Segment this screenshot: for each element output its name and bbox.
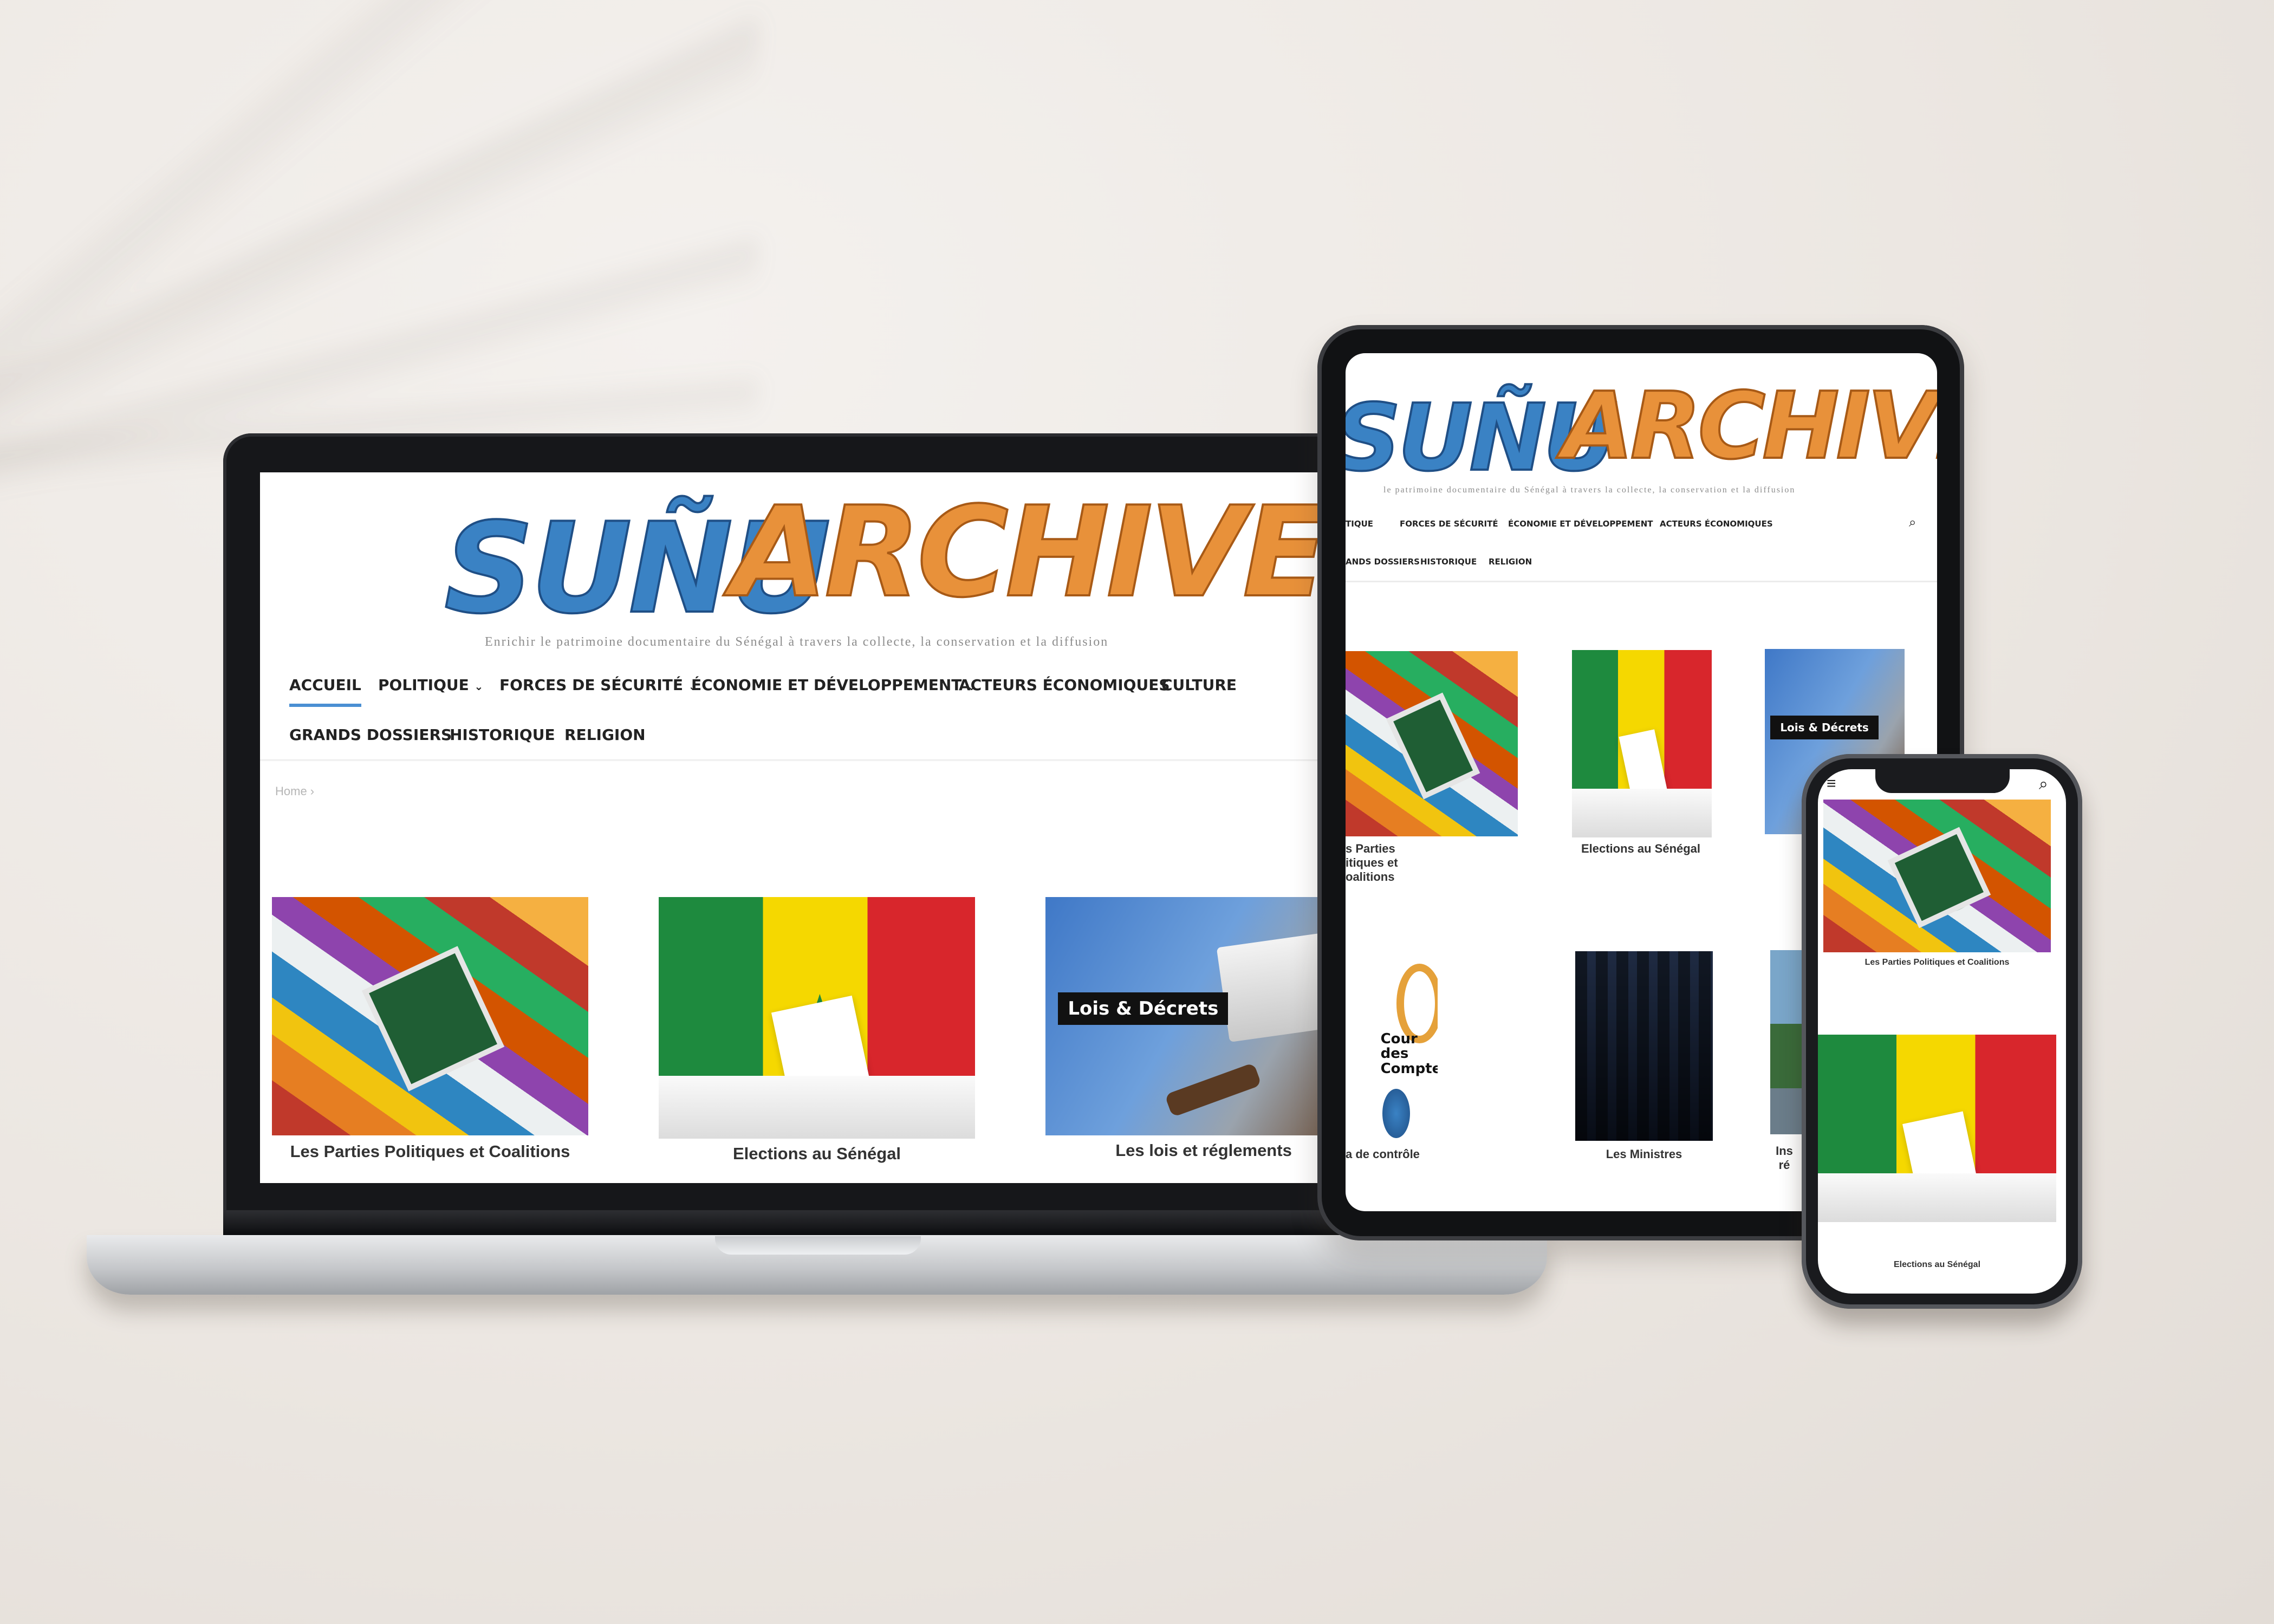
phone-screen: ≡ ⌕ Les Parties Politiques et Coalitions… [1818,769,2066,1294]
nav-religion[interactable]: RELIGION [564,726,646,744]
nav-economie[interactable]: ÉCONOMIE ET DÉVELOPPEMENT ⌄ [691,676,976,694]
globe-icon [1382,1089,1410,1138]
nav-grands-dossiers[interactable]: GRANDS DOSSIERS [289,726,452,744]
tablet-card-image-ministres[interactable] [1575,951,1713,1141]
nav-politique[interactable]: POLITIQUE ⌄ [378,676,483,694]
cour-label-line1: Cour [1380,1031,1418,1047]
ballot-box [1572,789,1712,837]
card-title-parties[interactable]: Les Parties Politiques et Coalitions [272,1142,588,1161]
nav-forces-label: FORCES DE SÉCURITÉ [499,676,683,694]
tablet-tagline: le patrimoine documentaire du Sénégal à … [1383,485,1796,495]
cour-label: Courdes Comptes [1380,1031,1438,1077]
tablet-nav-forces[interactable]: FORCES DE SÉCURITÉ [1400,519,1498,529]
nav-historique[interactable]: HISTORIQUE [450,726,555,744]
card-image-lois[interactable]: Lois & Décrets [1045,897,1362,1135]
gavel-icon [1164,1062,1262,1118]
tablet-nav-grands-dossiers[interactable]: ANDS DOSSIERS [1346,557,1420,567]
nav-economie-label: ÉCONOMIE ET DÉVELOPPEMENT [691,676,962,694]
breadcrumb-home[interactable]: Home [275,784,307,798]
tablet-card-title-controle[interactable]: a de contrôle [1346,1147,1438,1161]
tablet-nav-politique[interactable]: TIQUE [1346,519,1373,529]
phone-card-title-parties[interactable]: Les Parties Politiques et Coalitions [1823,958,2051,967]
lois-badge: Lois & Décrets [1058,992,1229,1025]
card-image-elections[interactable]: ★ [659,897,975,1139]
tablet-card-title-line: itiques et [1346,856,1398,869]
ballot-box [1818,1173,2056,1222]
breadcrumb[interactable]: Home › [275,784,314,798]
nav-divider [260,759,1392,762]
logo-word-archives: ARCHIVES [730,480,1392,625]
nav-acteurs[interactable]: ACTEURS ÉCONOMIQUES [959,676,1170,694]
card-title-elections[interactable]: Elections au Sénégal [659,1144,975,1164]
tablet-nav-acteurs[interactable]: ACTEURS ÉCONOMIQUES [1660,519,1773,529]
nav-culture[interactable]: CULTURE [1161,676,1237,694]
nav-politique-label: POLITIQUE [378,676,469,694]
phone-card-title-elections[interactable]: Elections au Sénégal [1818,1260,2056,1270]
laptop-trackpad-notch [715,1236,921,1255]
hamburger-menu-icon[interactable]: ≡ [1827,775,1836,793]
ballot-box [659,1076,975,1139]
site-tagline: Enrichir le patrimoine documentaire du S… [485,635,1109,649]
chevron-down-icon: ⌄ [474,680,484,693]
site-logo[interactable]: SUÑU ARCHIVES [443,485,1392,642]
tablet-nav-economie[interactable]: ÉCONOMIE ET DÉVELOPPEMENT [1508,519,1653,529]
nav-accueil[interactable]: ACCUEIL [289,676,361,707]
tablet-nav-divider [1346,581,1937,582]
search-icon[interactable]: ⌕ [1909,515,1916,530]
card-image-parties[interactable] [272,897,588,1135]
tablet-nav-historique[interactable]: HISTORIQUE [1420,557,1477,567]
tablet-card-image-cour[interactable]: Courdes Comptes [1346,952,1438,1142]
tablet-card-title-parties[interactable]: s Parties itiques et oalitions [1346,842,1416,884]
tablet-card-image-elections[interactable] [1572,650,1712,837]
tablet-nav-religion[interactable]: RELIGION [1489,557,1532,567]
laptop-screen: SUÑU ARCHIVES Enrichir le patrimoine doc… [260,472,1392,1183]
search-icon[interactable]: ⌕ [2039,775,2048,794]
tablet-card-image-parties[interactable] [1346,651,1518,836]
lois-badge: Lois & Décrets [1770,716,1879,740]
logo-word-archives: ARCHIVES [1561,373,1937,480]
tablet-card-title-ministres[interactable]: Les Ministres [1575,1147,1713,1161]
nav-forces-securite[interactable]: FORCES DE SÉCURITÉ ⌄ [499,676,698,694]
phone-card-image-elections[interactable] [1818,1035,2056,1222]
tablet-site-logo[interactable]: SUÑU ARCHIVES [1346,373,1937,485]
tablet-card-title-line: ré [1778,1158,1790,1172]
card-title-lois[interactable]: Les lois et réglements [1045,1141,1362,1160]
tablet-card-title-line: s Parties [1346,842,1395,855]
tablet-card-title-elections[interactable]: Elections au Sénégal [1557,842,1725,856]
phone-notch [1875,769,2010,793]
laptop-hinge [223,1211,1424,1235]
cour-label-line2: des Comptes [1380,1045,1438,1077]
phone-card-image-parties[interactable] [1823,800,2051,952]
tablet-card-title-line: Ins [1776,1144,1793,1158]
tablet-card-title-institutions[interactable]: Ins ré [1768,1144,1801,1172]
tablet-card-title-line: oalitions [1346,870,1395,884]
